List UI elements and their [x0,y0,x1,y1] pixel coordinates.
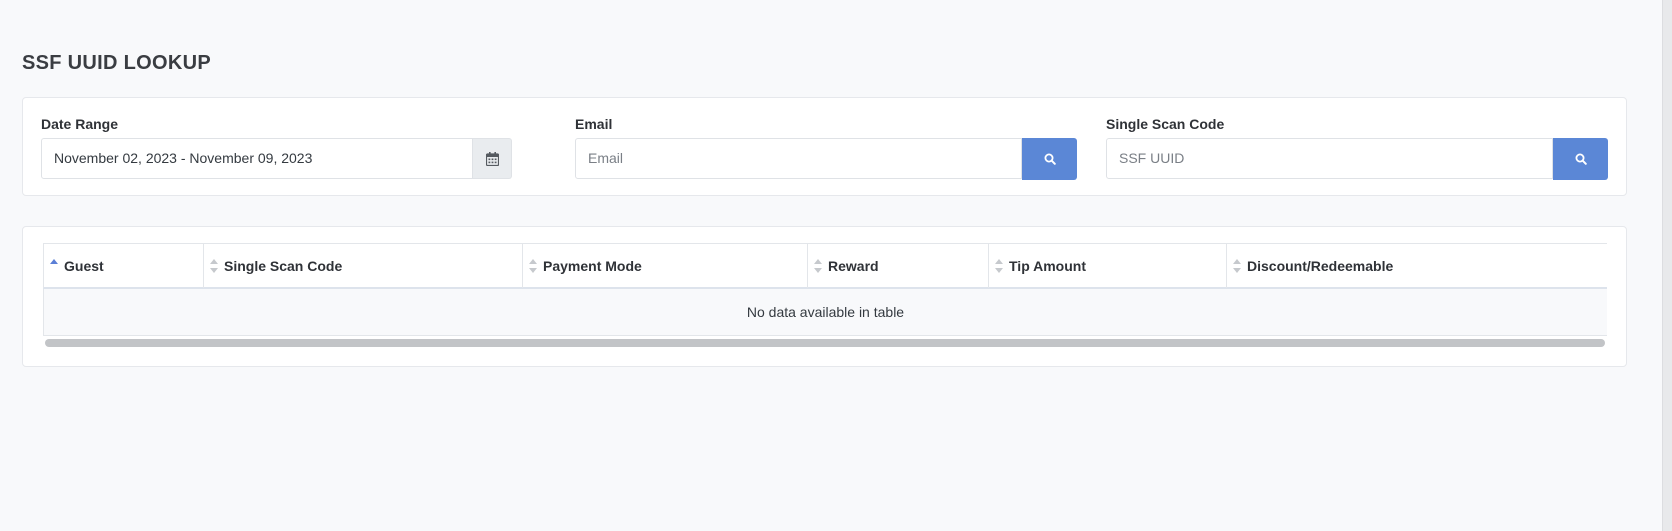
page: SSF UUID LOOKUP Date Range November 02, … [0,0,1672,531]
empty-table-message: No data available in table [43,289,1607,336]
sort-both-icon [814,259,822,273]
email-label: Email [575,116,613,132]
single-scan-code-field: Single Scan Code [1106,116,1576,132]
search-icon [1575,153,1587,165]
sort-ascending-icon [50,259,58,264]
column-label: Single Scan Code [224,258,343,274]
calendar-icon [485,151,499,166]
single-scan-code-label: Single Scan Code [1106,116,1225,132]
date-range-group: November 02, 2023 - November 09, 2023 [41,138,512,179]
date-range-label: Date Range [41,116,119,132]
single-scan-code-group: SSF UUID [1106,137,1608,180]
column-header-discount-redeemable[interactable]: Discount/Redeemable [1227,244,1607,288]
page-title: SSF UUID LOOKUP [22,52,211,74]
column-label: Reward [828,258,879,274]
sort-both-icon [1233,259,1241,273]
column-header-guest[interactable]: Guest [44,244,204,288]
sort-both-icon [995,259,1003,273]
results-table: Guest Single Scan Code Payment Mode Rewa… [43,243,1607,338]
sort-both-icon [210,259,218,273]
vertical-scrollbar-track[interactable] [1662,0,1672,531]
email-input[interactable]: Email [575,138,1022,179]
filter-card: Date Range November 02, 2023 - November … [22,97,1627,196]
column-label: Payment Mode [543,258,642,274]
column-label: Guest [64,258,104,274]
email-search-button[interactable] [1022,137,1077,180]
search-icon [1044,153,1056,165]
column-label: Discount/Redeemable [1247,258,1394,274]
sort-both-icon [529,259,537,273]
results-card: Guest Single Scan Code Payment Mode Rewa… [22,226,1627,367]
ssf-uuid-search-button[interactable] [1553,137,1608,180]
horizontal-scrollbar[interactable] [45,339,1605,347]
column-header-single-scan-code[interactable]: Single Scan Code [204,244,523,288]
ssf-uuid-input[interactable]: SSF UUID [1106,138,1553,179]
email-group: Email [575,137,1077,180]
date-range-field: Date Range [41,116,511,132]
table-header: Guest Single Scan Code Payment Mode Rewa… [43,243,1607,289]
email-field: Email [575,116,1045,132]
calendar-button[interactable] [473,138,512,179]
column-header-tip-amount[interactable]: Tip Amount [989,244,1227,288]
column-header-reward[interactable]: Reward [808,244,989,288]
date-range-input[interactable]: November 02, 2023 - November 09, 2023 [41,138,473,179]
column-label: Tip Amount [1009,258,1086,274]
column-header-payment-mode[interactable]: Payment Mode [523,244,808,288]
